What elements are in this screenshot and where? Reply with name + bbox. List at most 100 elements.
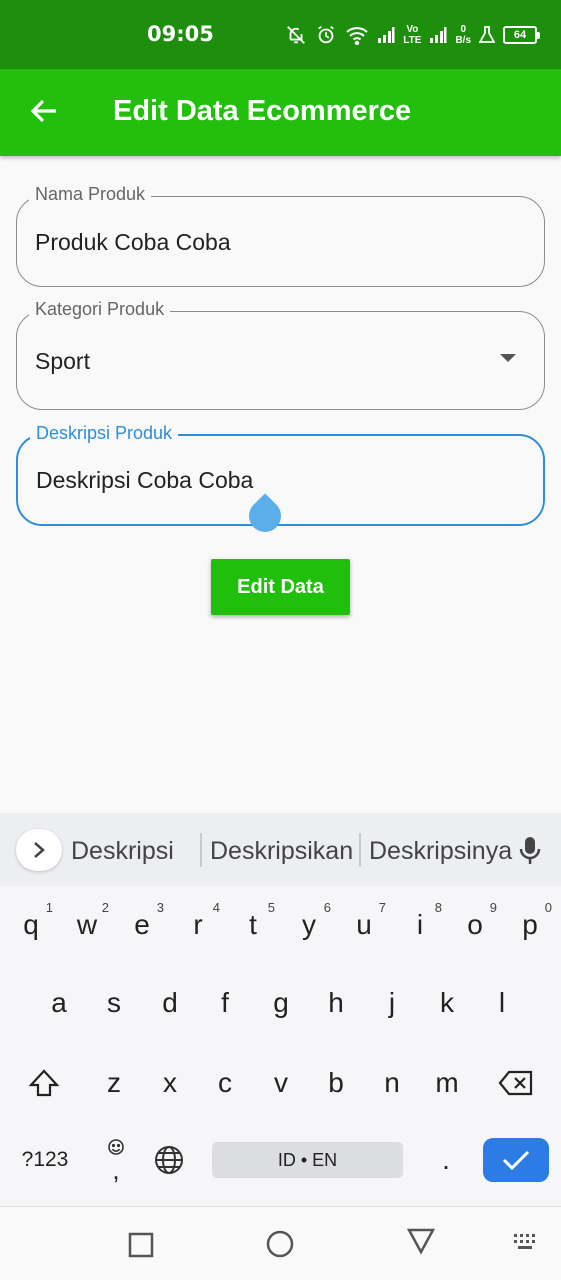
keyboard-switch-button[interactable]	[512, 1232, 540, 1257]
key-o-hint: 9	[489, 900, 497, 915]
dropdown-arrow-icon[interactable]	[500, 354, 516, 362]
key-l[interactable]: l	[474, 968, 530, 1038]
description-field[interactable]: Deskripsi Produk Deskripsi Coba Coba	[16, 423, 545, 539]
emoji-icon	[108, 1139, 124, 1155]
key-m[interactable]: m	[419, 1048, 475, 1118]
key-e[interactable]: e3	[114, 890, 170, 960]
backspace-key[interactable]	[488, 1048, 544, 1118]
key-p-label: p	[522, 909, 538, 940]
suggestion-1[interactable]: Deskripsi	[71, 837, 174, 866]
app-bar: Edit Data Ecommerce	[0, 69, 561, 156]
back-nav-button[interactable]	[406, 1227, 436, 1260]
key-n[interactable]: n	[364, 1048, 420, 1118]
backspace-icon	[498, 1070, 533, 1096]
flask-icon	[479, 26, 495, 44]
suggestion-3[interactable]: Deskripsinya	[369, 837, 512, 866]
keyboard-suggestion-bar: Deskripsi Deskripsikan Deskripsinya	[0, 813, 561, 886]
key-o[interactable]: o9	[447, 890, 503, 960]
key-r-label: r	[193, 909, 203, 940]
key-p-hint: 0	[544, 900, 552, 915]
volte-bottom: LTE	[403, 35, 422, 46]
key-p[interactable]: p0	[502, 890, 558, 960]
volte-top: Vo	[406, 24, 419, 35]
key-u-hint: 7	[378, 900, 386, 915]
key-z[interactable]: z	[86, 1048, 142, 1118]
key-v[interactable]: v	[253, 1048, 309, 1118]
category-dropdown[interactable]: Kategori Produk Sport	[16, 299, 545, 410]
suggestion-divider	[200, 833, 202, 867]
suggestion-2[interactable]: Deskripsikan	[210, 837, 353, 866]
product-name-field[interactable]: Nama Produk Produk Coba Coba	[16, 184, 545, 287]
key-c[interactable]: c	[197, 1048, 253, 1118]
speed-value: 0	[460, 24, 466, 35]
language-key[interactable]	[141, 1125, 197, 1195]
key-i-label: i	[416, 909, 424, 940]
category-value[interactable]: Sport	[35, 348, 90, 375]
keyboard: q1 w2 e3 r4 t5 y6 u7 i8 o9 p0 a s d f g …	[0, 886, 561, 1206]
key-w-hint: 2	[101, 900, 109, 915]
key-k[interactable]: k	[419, 968, 475, 1038]
key-q[interactable]: q1	[3, 890, 59, 960]
key-f[interactable]: f	[197, 968, 253, 1038]
key-h[interactable]: h	[308, 968, 364, 1038]
key-r[interactable]: r4	[170, 890, 226, 960]
key-e-label: e	[134, 909, 150, 940]
navigation-bar	[0, 1206, 561, 1280]
key-g[interactable]: g	[253, 968, 309, 1038]
key-i[interactable]: i8	[392, 890, 448, 960]
key-t[interactable]: t5	[225, 890, 281, 960]
shift-icon	[28, 1069, 60, 1097]
speed-unit: B/s	[455, 35, 471, 46]
edit-data-button[interactable]: Edit Data	[211, 559, 350, 615]
microphone-icon[interactable]	[517, 835, 543, 872]
recents-button[interactable]	[128, 1232, 154, 1263]
key-s[interactable]: s	[86, 968, 142, 1038]
volte-indicator: Vo LTE	[403, 24, 421, 46]
signal-icon	[377, 26, 395, 44]
enter-key[interactable]	[483, 1138, 549, 1182]
wifi-icon	[345, 25, 369, 45]
key-b[interactable]: b	[308, 1048, 364, 1118]
key-u-label: u	[356, 909, 372, 940]
keyboard-expand-button[interactable]	[16, 829, 62, 871]
signal-icon-2	[429, 26, 447, 44]
key-a[interactable]: a	[31, 968, 87, 1038]
key-w[interactable]: w2	[59, 890, 115, 960]
key-x[interactable]: x	[142, 1048, 198, 1118]
shift-key[interactable]	[16, 1048, 72, 1118]
description-label: Deskripsi Produk	[30, 423, 179, 444]
status-icons: Vo LTE 0 B/s 64	[285, 20, 540, 50]
arrow-left-icon	[30, 99, 56, 123]
product-name-label: Nama Produk	[29, 184, 152, 205]
key-e-hint: 3	[156, 900, 164, 915]
category-label: Kategori Produk	[29, 299, 171, 320]
comma-label: ,	[112, 1155, 120, 1185]
key-o-label: o	[467, 909, 483, 940]
emoji-comma-key[interactable]: ,	[88, 1125, 144, 1195]
period-key[interactable]: .	[418, 1125, 474, 1195]
key-d[interactable]: d	[142, 968, 198, 1038]
product-name-value[interactable]: Produk Coba Coba	[35, 229, 231, 256]
key-y-label: y	[302, 909, 316, 940]
network-speed: 0 B/s	[455, 24, 471, 46]
chevron-right-icon	[34, 842, 45, 858]
key-t-hint: 5	[267, 900, 275, 915]
back-button[interactable]	[26, 93, 62, 129]
check-icon	[502, 1150, 530, 1171]
home-button[interactable]	[265, 1229, 295, 1264]
key-j[interactable]: j	[364, 968, 420, 1038]
notifications-off-icon	[285, 24, 307, 46]
page-title: Edit Data Ecommerce	[113, 95, 412, 127]
triangle-down-icon	[406, 1228, 436, 1255]
space-key[interactable]: ID • EN	[212, 1142, 403, 1178]
description-value[interactable]: Deskripsi Coba Coba	[36, 467, 253, 494]
square-icon	[128, 1232, 154, 1258]
alarm-icon	[315, 24, 337, 46]
key-w-label: w	[76, 909, 98, 940]
text-cursor-handle[interactable]	[242, 493, 288, 539]
key-u[interactable]: u7	[336, 890, 392, 960]
status-bar: 09:05 Vo LTE 0 B/s 64	[0, 0, 561, 69]
symbols-key[interactable]: ?123	[12, 1125, 78, 1195]
circle-icon	[266, 1230, 294, 1258]
key-y[interactable]: y6	[281, 890, 337, 960]
